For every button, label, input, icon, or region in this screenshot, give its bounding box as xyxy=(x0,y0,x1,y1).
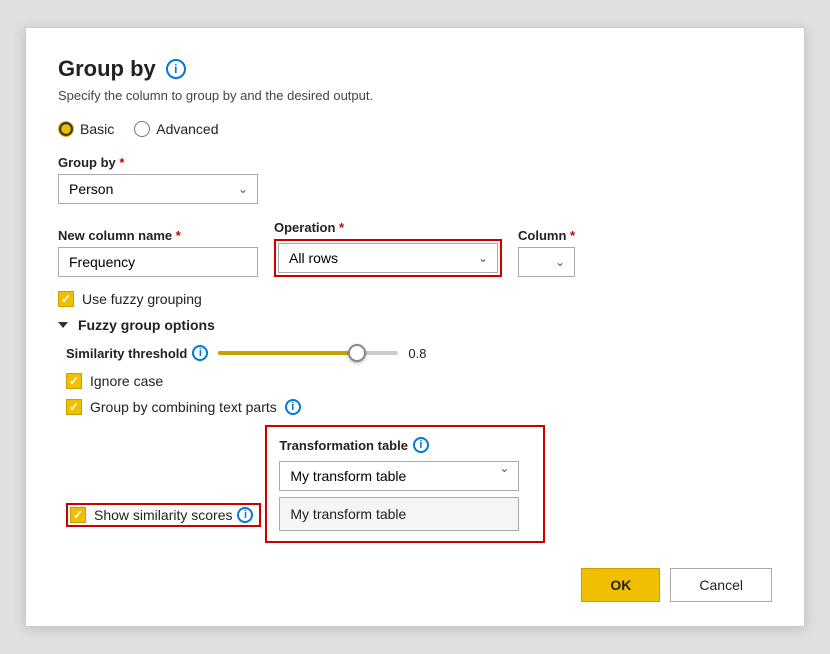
column-field: Column * ⌄ xyxy=(518,228,575,277)
group-combining-label: Group by combining text parts xyxy=(90,399,277,415)
show-similarity-info-icon[interactable]: i xyxy=(237,507,253,523)
column-label: Column * xyxy=(518,228,575,243)
mode-radio-group: Basic Advanced xyxy=(58,121,772,137)
similarity-slider[interactable] xyxy=(218,351,398,355)
combining-info-icon[interactable]: i xyxy=(285,399,301,415)
transform-select[interactable]: My transform table xyxy=(279,461,519,491)
new-column-input[interactable] xyxy=(58,247,258,277)
fuzzy-options-header[interactable]: Fuzzy group options xyxy=(58,317,772,333)
dialog-title: Group by xyxy=(58,56,156,82)
show-similarity-label: Show similarity scores xyxy=(94,507,232,523)
new-column-label: New column name * xyxy=(58,228,258,243)
use-fuzzy-row: Use fuzzy grouping xyxy=(58,291,772,307)
group-by-select-wrapper: Person ⌄ xyxy=(58,174,258,204)
transform-select-wrapper: My transform table ⌄ xyxy=(279,461,519,491)
group-by-field: Group by * Person ⌄ xyxy=(58,155,772,204)
dialog-subtitle: Specify the column to group by and the d… xyxy=(58,88,772,103)
required-star-4: * xyxy=(570,228,575,243)
columns-row: New column name * Operation * All rows ⌄ xyxy=(58,220,772,277)
fuzzy-options-content: Similarity threshold i 0.8 Ignore case G… xyxy=(66,345,772,555)
cancel-button[interactable]: Cancel xyxy=(670,568,772,602)
basic-radio[interactable] xyxy=(58,121,74,137)
threshold-label: Similarity threshold i xyxy=(66,345,208,361)
title-info-icon[interactable]: i xyxy=(166,59,186,79)
basic-radio-label[interactable]: Basic xyxy=(58,121,114,137)
group-by-select[interactable]: Person xyxy=(58,174,258,204)
group-combining-checkbox[interactable] xyxy=(66,399,82,415)
ok-button[interactable]: OK xyxy=(581,568,660,602)
transformation-section-highlighted: Transformation table i My transform tabl… xyxy=(265,425,545,543)
threshold-row: Similarity threshold i 0.8 xyxy=(66,345,772,361)
slider-value: 0.8 xyxy=(408,346,432,361)
operation-field: Operation * All rows ⌄ xyxy=(274,220,502,277)
ignore-case-row: Ignore case xyxy=(66,373,772,389)
column-select-wrapper: ⌄ xyxy=(518,247,575,277)
required-star-2: * xyxy=(176,228,181,243)
show-similarity-checkbox[interactable] xyxy=(70,507,86,523)
new-column-field: New column name * xyxy=(58,228,258,277)
ignore-case-label: Ignore case xyxy=(90,373,163,389)
ignore-case-checkbox[interactable] xyxy=(66,373,82,389)
column-select[interactable] xyxy=(518,247,575,277)
threshold-info-icon[interactable]: i xyxy=(192,345,208,361)
operation-select-wrapper: All rows ⌄ xyxy=(278,243,498,273)
bottom-actions: OK Cancel xyxy=(581,568,772,602)
transform-dropdown-option[interactable]: My transform table xyxy=(279,497,519,531)
operation-select[interactable]: All rows xyxy=(278,243,498,273)
advanced-radio-label[interactable]: Advanced xyxy=(134,121,218,137)
basic-label: Basic xyxy=(80,121,114,137)
fuzzy-options-chevron-icon xyxy=(58,322,68,328)
use-fuzzy-checkbox[interactable] xyxy=(58,291,74,307)
advanced-radio[interactable] xyxy=(134,121,150,137)
operation-highlighted: All rows ⌄ xyxy=(274,239,502,277)
group-by-field-label: Group by * xyxy=(58,155,772,170)
required-star-1: * xyxy=(119,155,124,170)
show-similarity-highlighted: Show similarity scores i xyxy=(66,503,261,527)
transform-info-icon[interactable]: i xyxy=(413,437,429,453)
group-combining-row: Group by combining text parts i xyxy=(66,399,772,415)
dialog-title-row: Group by i xyxy=(58,56,772,82)
transformation-table-label: Transformation table i xyxy=(279,437,531,453)
advanced-label: Advanced xyxy=(156,121,218,137)
group-by-dialog: Group by i Specify the column to group b… xyxy=(25,27,805,627)
required-star-3: * xyxy=(339,220,344,235)
use-fuzzy-label: Use fuzzy grouping xyxy=(82,291,202,307)
slider-container: 0.8 xyxy=(218,346,432,361)
operation-label: Operation * xyxy=(274,220,502,235)
